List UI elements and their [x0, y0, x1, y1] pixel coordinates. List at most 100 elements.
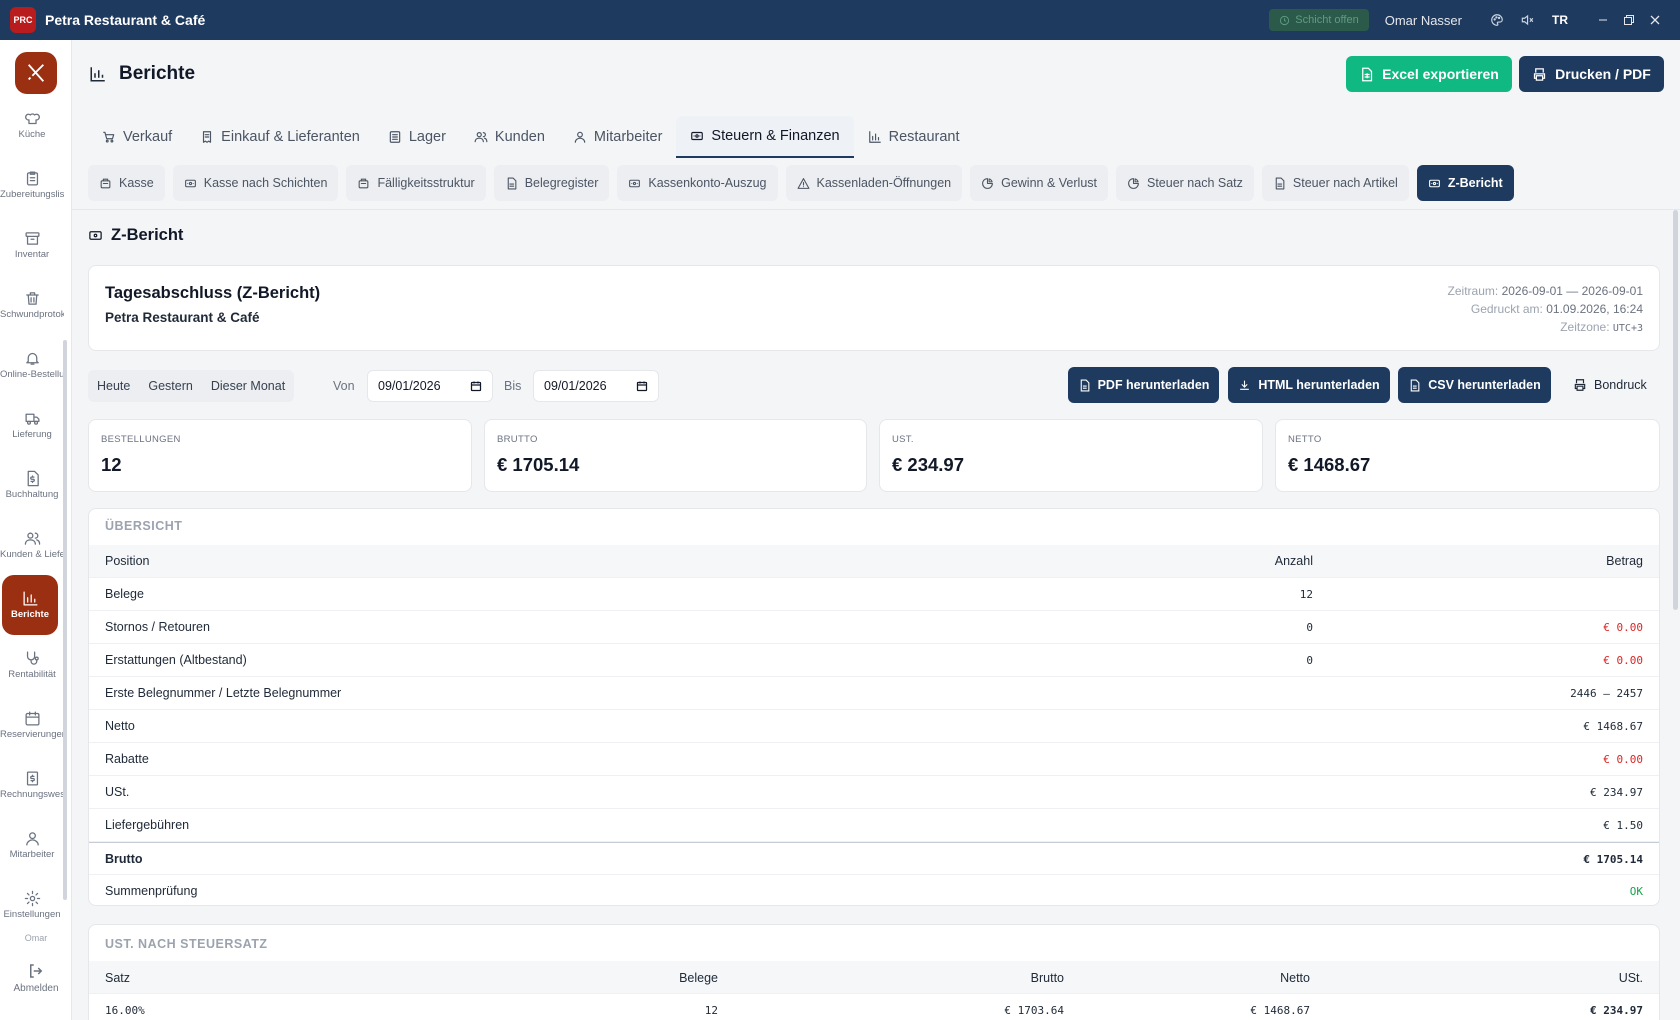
- pdf-download-button[interactable]: PDF herunterladen: [1068, 367, 1219, 403]
- sidebar-item-label: Rechnungswesen: [0, 789, 64, 800]
- quick-range-yesterday[interactable]: Gestern: [139, 379, 201, 393]
- sidebar-item-label: Online-Bestellungen: [0, 369, 64, 380]
- subtab-kassenkonto-auszug[interactable]: Kassenkonto-Auszug: [617, 165, 778, 201]
- sidebar-item-mitarbeiter[interactable]: Mitarbeiter: [0, 815, 64, 875]
- bar-chart-icon: [90, 67, 105, 82]
- minimize-icon[interactable]: [1590, 0, 1616, 40]
- html-download-button[interactable]: HTML herunterladen: [1228, 367, 1390, 403]
- logout-button[interactable]: Abmelden: [0, 962, 71, 994]
- table-row: Liefergebühren € 1.50: [89, 809, 1659, 842]
- sidebar-item-reservierungen[interactable]: Reservierungen: [0, 695, 64, 755]
- subtab-kassenladen-offnungen[interactable]: Kassenladen-Öffnungen: [785, 165, 963, 201]
- overview-title: ÜBERSICHT: [105, 519, 183, 533]
- restore-icon[interactable]: [1616, 0, 1642, 40]
- vat-amount: € 234.97: [1590, 1004, 1643, 1017]
- row-count: 0: [1306, 654, 1313, 667]
- row-label: USt.: [105, 785, 130, 799]
- subtab-gewinn-verlust[interactable]: Gewinn & Verlust: [970, 165, 1108, 201]
- row-label: Stornos / Retouren: [105, 620, 210, 634]
- table-row: Rabatte € 0.00: [89, 743, 1659, 776]
- subtab-kasse-nach-schichten[interactable]: Kasse nach Schichten: [172, 165, 339, 201]
- kpi-value: € 1468.67: [1288, 454, 1371, 475]
- tab-label: Restaurant: [888, 129, 960, 145]
- sidebar-item-kunden-lieferanten[interactable]: Kunden & Lieferanten: [0, 515, 64, 575]
- warning-icon: [797, 177, 809, 189]
- users-icon: [24, 532, 40, 545]
- overview-header-row: Position Anzahl Betrag: [89, 545, 1659, 578]
- subtab-label: Z-Bericht: [1447, 176, 1503, 190]
- vat-gross: € 1703.64: [1004, 1004, 1064, 1017]
- kpi-label: UST.: [892, 434, 914, 445]
- file-icon: [507, 177, 517, 189]
- close-icon[interactable]: [1642, 0, 1668, 40]
- report-meta: Zeitraum: 2026-09-01 — 2026-09-01 Gedruc…: [1448, 282, 1643, 338]
- row-amount: € 1.50: [1603, 819, 1643, 832]
- vat-net: € 1468.67: [1250, 1004, 1310, 1017]
- tab-kunden[interactable]: Kunden: [460, 116, 559, 158]
- language-switch[interactable]: TR: [1552, 13, 1568, 27]
- subtab-belegregister[interactable]: Belegregister: [493, 165, 610, 201]
- sidebar-item-einstellungen[interactable]: Einstellungen: [0, 875, 64, 935]
- pdf-download-label: PDF herunterladen: [1097, 378, 1210, 392]
- file-icon: [1275, 177, 1285, 189]
- col-amount: Betrag: [1606, 554, 1643, 568]
- sidebar-item-rechnungswesen[interactable]: Rechnungswesen: [0, 755, 64, 815]
- sidebar-item-zubereitungsliste[interactable]: Zubereitungsliste: [0, 155, 64, 215]
- shift-status-badge[interactable]: Schicht offen: [1269, 9, 1369, 31]
- tab-label: Steuern & Finanzen: [711, 128, 840, 144]
- tab-einkauf-lieferanten[interactable]: Einkauf & Lieferanten: [186, 116, 374, 158]
- cart-icon: [103, 131, 115, 143]
- sidebar-item-kuche[interactable]: Küche: [0, 95, 64, 155]
- to-date-value: 09/01/2026: [544, 379, 607, 393]
- sidebar-item-rentabilitat[interactable]: Rentabilität: [0, 635, 64, 695]
- sidebar-item-online-bestellungen[interactable]: Online-Bestellungen: [0, 335, 64, 395]
- app-logo: PRC: [10, 7, 36, 33]
- subtab-kasse[interactable]: Kasse: [88, 165, 165, 201]
- csv-download-button[interactable]: CSV herunterladen: [1398, 367, 1551, 403]
- subtab-z-bericht[interactable]: Z-Bericht: [1416, 165, 1514, 201]
- csv-download-label: CSV herunterladen: [1428, 378, 1541, 392]
- from-date-input[interactable]: 09/01/2026: [367, 370, 493, 402]
- report-title: Tagesabschluss (Z-Bericht): [105, 284, 321, 302]
- box-icon: [389, 131, 401, 143]
- palette-icon[interactable]: [1482, 0, 1512, 40]
- archive-icon: [24, 231, 40, 245]
- quick-range-today[interactable]: Heute: [88, 379, 139, 393]
- sidebar-item-schwundprotokoll[interactable]: Schwundprotokoll: [0, 275, 64, 335]
- print-pdf-button[interactable]: Drucken / PDF: [1519, 56, 1664, 92]
- excel-export-button[interactable]: Excel exportieren: [1346, 56, 1512, 92]
- subtab-steuer-nach-artikel[interactable]: Steuer nach Artikel: [1261, 165, 1409, 201]
- tab-lager[interactable]: Lager: [374, 116, 460, 158]
- sidebar-item-berichte[interactable]: Berichte: [2, 575, 58, 635]
- main-scrollbar[interactable]: [1673, 210, 1678, 610]
- sidebar-item-buchhaltung[interactable]: Buchhaltung: [0, 455, 64, 515]
- receipt-print-button[interactable]: Bondruck: [1573, 367, 1647, 403]
- sidebar-item-label: Zubereitungsliste: [0, 189, 64, 200]
- subtab-steuer-nach-satz[interactable]: Steuer nach Satz: [1116, 165, 1254, 201]
- to-date-input[interactable]: 09/01/2026: [533, 370, 659, 402]
- excel-export-label: Excel exportieren: [1382, 66, 1499, 82]
- kpi-card-net: NETTO € 1468.67: [1275, 419, 1660, 492]
- tab-verkauf[interactable]: Verkauf: [88, 116, 186, 158]
- subtab-falligkeitsstruktur[interactable]: Fälligkeitsstruktur: [346, 165, 486, 201]
- mute-icon[interactable]: [1512, 0, 1542, 40]
- kpi-card-vat: UST. € 234.97: [879, 419, 1263, 492]
- receipt-print-label: Bondruck: [1594, 378, 1647, 392]
- row-amount: € 234.97: [1590, 786, 1643, 799]
- staff-icon: [25, 831, 39, 846]
- register-icon: [100, 178, 111, 188]
- tab-steuern-finanzen[interactable]: Steuern & Finanzen: [676, 116, 854, 158]
- sidebar-item-lieferung[interactable]: Lieferung: [0, 395, 64, 455]
- tab-mitarbeiter[interactable]: Mitarbeiter: [559, 116, 677, 158]
- brand-logo[interactable]: [15, 52, 57, 94]
- user-name[interactable]: Omar Nasser: [1385, 13, 1462, 28]
- tab-restaurant[interactable]: Restaurant: [854, 116, 974, 158]
- cash-icon: [89, 231, 102, 240]
- vat-receipts: 12: [704, 1004, 718, 1017]
- table-row: Belege 12: [89, 578, 1659, 611]
- sidebar-item-inventar[interactable]: Inventar: [0, 215, 64, 275]
- kpi-value: 12: [101, 454, 122, 475]
- vat-header-row: Satz Belege Brutto Netto USt.: [89, 961, 1659, 994]
- quick-range-this-month[interactable]: Dieser Monat: [202, 379, 294, 393]
- sidebar-scrollbar[interactable]: [63, 340, 67, 900]
